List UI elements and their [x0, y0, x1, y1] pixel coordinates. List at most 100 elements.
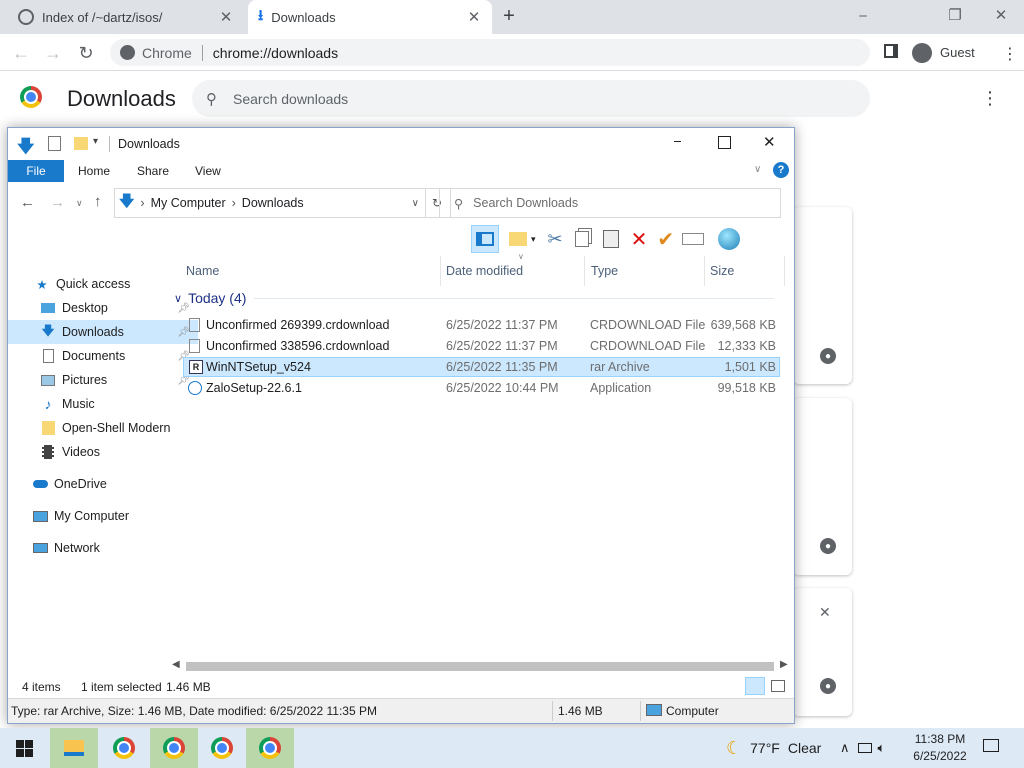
properties-icon[interactable] — [48, 136, 61, 151]
nav-desktop[interactable]: Desktop 📌︎ — [8, 296, 198, 320]
nav-music[interactable]: ♪ Music — [8, 392, 198, 416]
retry-icon[interactable]: ● — [820, 678, 836, 694]
horizontal-scrollbar[interactable]: ◀ ▶ — [166, 658, 793, 675]
address-dropdown-icon[interactable]: ∨ — [412, 198, 419, 209]
column-header-name[interactable]: Name — [186, 260, 219, 282]
taskbar-chrome-profile[interactable] — [150, 728, 198, 768]
nav-quick-access[interactable]: ★ Quick access — [8, 272, 192, 296]
column-divider[interactable] — [440, 256, 441, 286]
paste-icon[interactable] — [602, 230, 619, 248]
minimize-button[interactable]: ⎯ — [840, 0, 886, 30]
group-header-today[interactable]: ∨ Today (4) — [174, 290, 775, 306]
new-folder-icon[interactable] — [74, 137, 88, 150]
scroll-left-icon[interactable]: ◀ — [172, 659, 180, 670]
close-icon[interactable]: ✕ — [218, 8, 234, 26]
forward-button[interactable]: → — [40, 40, 66, 66]
ribbon-tab-share[interactable]: Share — [137, 160, 169, 182]
nav-onedrive[interactable]: OneDrive — [8, 472, 190, 496]
file-row[interactable]: Unconfirmed 338596.crdownload 6/25/2022 … — [183, 336, 780, 356]
tab-downloads[interactable]: ⭳ Downloads ✕ — [248, 0, 492, 34]
taskbar-file-explorer[interactable] — [50, 728, 98, 768]
explorer-maximize-button[interactable] — [718, 136, 731, 149]
nav-videos[interactable]: Videos — [8, 440, 198, 464]
notifications-icon[interactable] — [983, 739, 999, 752]
explorer-forward-button[interactable]: → — [50, 194, 65, 211]
taskbar-chrome-3[interactable] — [246, 728, 294, 768]
breadcrumb-my-computer[interactable]: My Computer — [151, 196, 226, 210]
rename-icon[interactable] — [682, 233, 705, 245]
start-button[interactable] — [0, 728, 48, 768]
weather-widget[interactable]: ☾ 77°F Clear — [726, 728, 821, 768]
column-header-date[interactable]: Date modified — [446, 260, 523, 282]
more-actions-icon[interactable]: ⋮ — [981, 88, 999, 109]
chrome-menu-icon[interactable]: ⋮ — [1002, 44, 1018, 64]
tab-index-of-isos[interactable]: Index of /~dartz/isos/ ✕ — [8, 0, 244, 34]
column-divider[interactable] — [784, 256, 785, 286]
volume-icon[interactable]: 🔈︎ — [878, 740, 886, 756]
omnibox[interactable]: Chrome chrome://downloads — [110, 39, 870, 66]
chrome-logo-icon — [20, 86, 42, 108]
collapse-chevron-icon[interactable]: ∨ — [174, 292, 182, 305]
explorer-close-button[interactable]: ✕ — [763, 133, 776, 151]
folder-options-dropdown-icon[interactable]: ▾ — [531, 234, 536, 245]
folder-options-icon[interactable] — [509, 232, 527, 246]
nav-downloads[interactable]: 🡇 Downloads 📌︎ — [8, 320, 198, 344]
large-icons-view-icon[interactable] — [771, 680, 785, 692]
details-view-icon[interactable] — [745, 677, 765, 695]
side-panel-icon[interactable] — [884, 44, 898, 58]
copy-icon[interactable] — [574, 231, 589, 247]
breadcrumb-downloads[interactable]: Downloads — [242, 196, 304, 210]
show-hidden-icons[interactable]: ∧ — [840, 740, 850, 756]
open-shell-icon[interactable] — [718, 228, 741, 250]
videos-icon — [40, 444, 56, 460]
preview-pane-icon[interactable] — [471, 225, 499, 253]
address-bar[interactable]: 🡇 › My Computer › Downloads ∨ — [114, 188, 426, 218]
taskbar-chrome-2[interactable] — [198, 728, 246, 768]
reload-button[interactable]: ↻ — [73, 40, 99, 66]
file-row[interactable]: ZaloSetup-22.6.1 6/25/2022 10:44 PM Appl… — [183, 378, 780, 398]
download-arrow-icon: 🡇 — [17, 137, 35, 156]
restore-button[interactable]: ❐ — [932, 0, 978, 30]
up-button[interactable]: ↑ — [94, 193, 102, 210]
customize-chevron-icon[interactable]: ▾ — [93, 136, 98, 147]
column-header-type[interactable]: Type — [591, 260, 618, 282]
nav-open-shell-modern[interactable]: Open-Shell Modern — [8, 416, 198, 440]
new-tab-button[interactable]: + — [498, 5, 520, 27]
network-icon[interactable] — [857, 743, 872, 753]
chrome-icon — [163, 737, 185, 759]
file-row-selected[interactable]: R WinNTSetup_v524 6/25/2022 11:35 PM rar… — [183, 357, 780, 377]
scrollbar-thumb[interactable] — [186, 662, 774, 671]
column-divider[interactable] — [584, 256, 585, 286]
remove-icon[interactable]: ✕ — [819, 604, 831, 621]
scroll-right-icon[interactable]: ▶ — [780, 659, 788, 670]
taskbar-chrome[interactable] — [100, 728, 148, 768]
retry-icon[interactable]: ● — [820, 538, 836, 554]
back-button[interactable]: ← — [8, 40, 34, 66]
explorer-back-button[interactable]: ← — [20, 194, 35, 211]
downloads-search-input[interactable]: ⚲ Search downloads — [192, 80, 870, 117]
profile-button[interactable]: Guest — [908, 39, 984, 66]
nav-my-computer[interactable]: My Computer — [8, 504, 190, 528]
delete-icon[interactable]: ✕ — [631, 227, 648, 252]
cut-icon[interactable]: ✂ — [548, 229, 563, 250]
close-icon[interactable]: ✕ — [466, 8, 482, 26]
recent-locations-icon[interactable]: ∨ — [76, 198, 83, 209]
window-close-button[interactable]: ✕ — [978, 0, 1024, 30]
nav-network[interactable]: Network — [8, 536, 190, 560]
file-row[interactable]: Unconfirmed 269399.crdownload 6/25/2022 … — [183, 315, 780, 335]
ribbon-tab-home[interactable]: Home — [78, 160, 110, 182]
column-header-size[interactable]: Size — [710, 260, 734, 282]
properties-check-icon[interactable]: ✔ — [657, 227, 674, 252]
explorer-search-input[interactable]: ⚲ Search Downloads — [439, 188, 781, 218]
expand-ribbon-icon[interactable]: ∨ — [754, 164, 761, 175]
column-divider[interactable] — [704, 256, 705, 286]
clock[interactable]: 11:38 PM 6/25/2022 — [906, 731, 974, 765]
nav-label: Pictures — [62, 373, 108, 387]
retry-icon[interactable]: ● — [820, 348, 836, 364]
help-icon[interactable]: ? — [773, 162, 789, 178]
nav-documents[interactable]: Documents 📌︎ — [8, 344, 198, 368]
explorer-minimize-button[interactable]: ⎯ — [674, 132, 681, 149]
nav-pictures[interactable]: Pictures 📌︎ — [8, 368, 198, 392]
ribbon-tab-file[interactable]: File — [8, 160, 64, 182]
ribbon-tab-view[interactable]: View — [195, 160, 221, 182]
